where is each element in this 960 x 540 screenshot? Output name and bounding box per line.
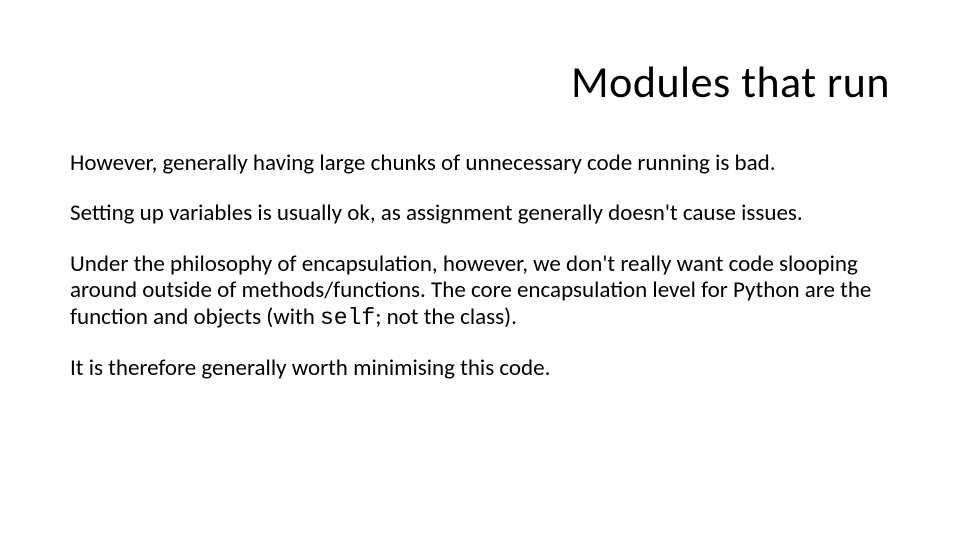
slide: Modules that run However, generally havi… [0,0,960,540]
slide-body: However, generally having large chunks o… [70,150,890,406]
paragraph-2: Setting up variables is usually ok, as a… [70,200,890,226]
paragraph-1: However, generally having large chunks o… [70,150,890,176]
slide-title: Modules that run [571,55,890,109]
paragraph-3-after: ; not the class). [375,303,517,331]
code-self: self [320,305,375,331]
paragraph-4: It is therefore generally worth minimisi… [70,355,890,381]
paragraph-3: Under the philosophy of encapsulation, h… [70,251,890,331]
